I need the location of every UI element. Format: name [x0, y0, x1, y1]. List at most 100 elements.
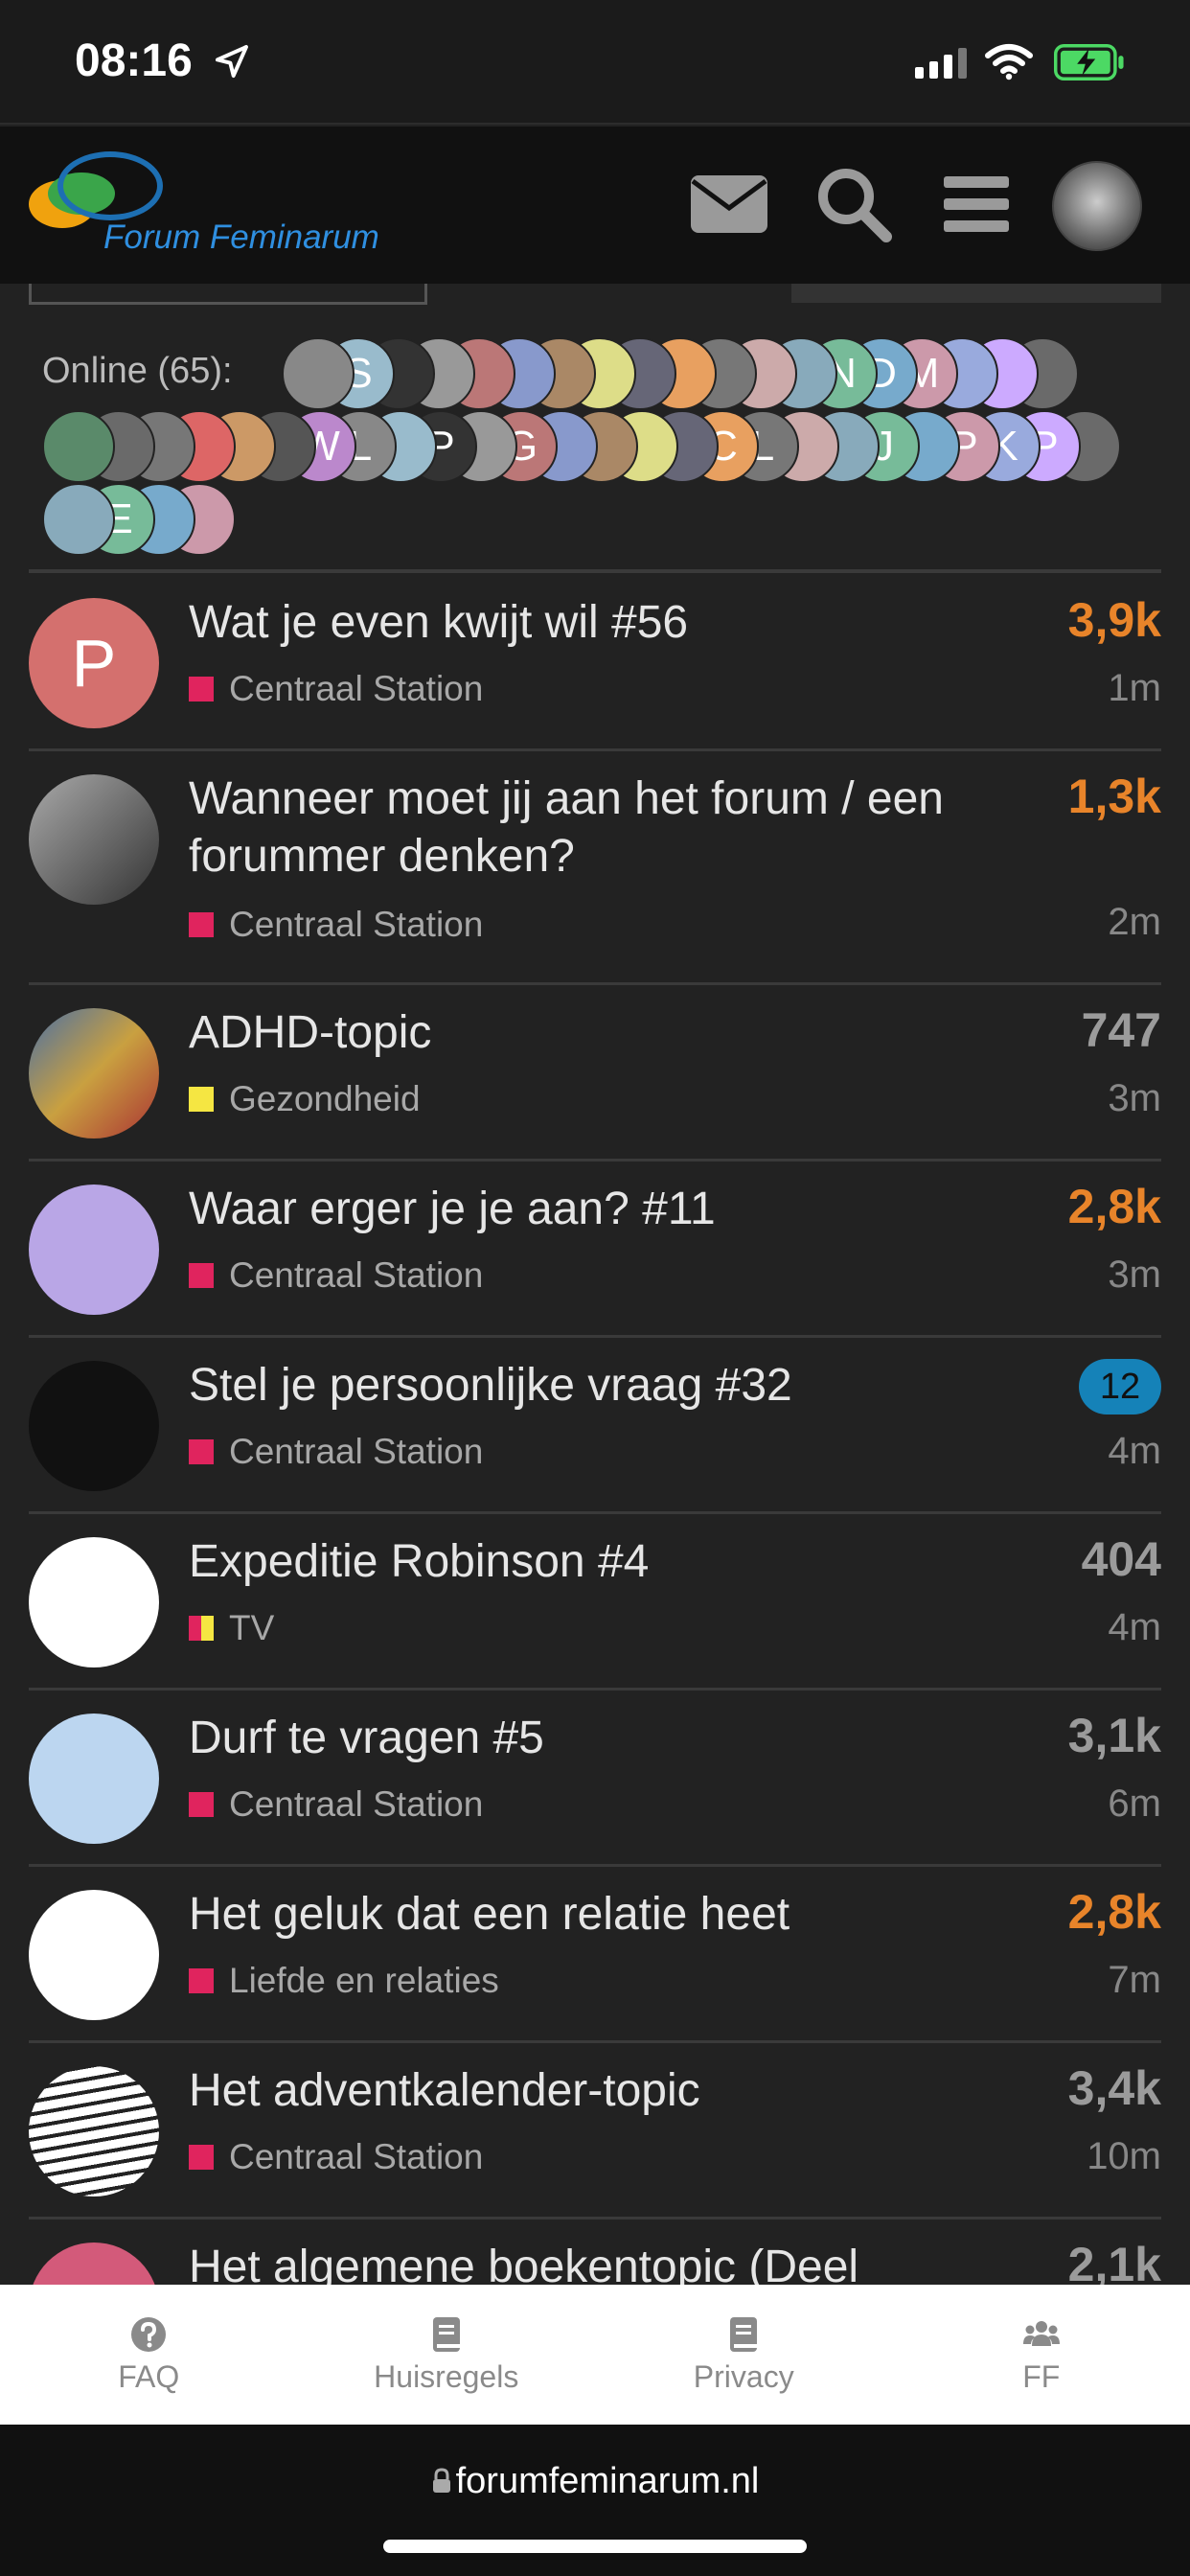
topic-row[interactable]: Wanneer moet jij aan het forum / een for…: [29, 751, 1161, 985]
location-arrow-icon: [216, 45, 248, 78]
topic-row[interactable]: Het geluk dat een relatie heet Liefde en …: [29, 1867, 1161, 2043]
topic-author-avatar[interactable]: [29, 2066, 159, 2196]
category-name: Liefde en relaties: [229, 1961, 499, 2000]
unread-badge[interactable]: 12: [1079, 1359, 1161, 1414]
cellular-signal-icon: [915, 46, 967, 79]
category-color-swatch: [189, 1439, 214, 1464]
user-avatar[interactable]: [1052, 161, 1142, 251]
online-avatar-row: SNDM: [282, 337, 1079, 410]
footer-ff-link[interactable]: FF: [927, 2315, 1156, 2395]
topic-author-avatar[interactable]: [29, 1184, 159, 1315]
topic-row[interactable]: Stel je persoonlijke vraag #32 Centraal S…: [29, 1338, 1161, 1514]
online-user-avatar[interactable]: [42, 483, 115, 556]
url-text: forumfeminarum.nl: [455, 2461, 760, 2501]
topic-author-avatar[interactable]: [29, 1714, 159, 1844]
search-button[interactable]: [811, 161, 897, 247]
topic-title[interactable]: Durf te vragen #5: [189, 1710, 955, 1767]
topic-category[interactable]: Centraal Station: [189, 905, 483, 945]
activity-time: 7m: [1108, 1959, 1161, 2001]
topic-title[interactable]: Stel je persoonlijke vraag #32: [189, 1357, 955, 1414]
topic-category[interactable]: Centraal Station: [189, 1255, 483, 1296]
category-color-swatch: [189, 1968, 214, 1993]
topic-row[interactable]: Het adventkalender-topic Centraal Station…: [29, 2043, 1161, 2220]
reply-count: 2,8k: [1067, 1180, 1161, 1233]
topic-author-avatar[interactable]: [29, 774, 159, 905]
category-name: Centraal Station: [229, 2137, 484, 2176]
category-name: Centraal Station: [229, 669, 484, 708]
topic-category[interactable]: Centraal Station: [189, 2137, 483, 2177]
footer-faq-label: FAQ: [118, 2358, 180, 2394]
online-user-avatar[interactable]: [282, 337, 355, 410]
activity-time: 1m: [1108, 667, 1161, 709]
category-name: Centraal Station: [229, 1255, 484, 1295]
topic-author-avatar[interactable]: [29, 1537, 159, 1668]
status-time: 08:16: [75, 35, 193, 86]
footer-huisregels-link[interactable]: Huisregels: [332, 2315, 561, 2395]
topic-title[interactable]: Waar erger je je aan? #11: [189, 1181, 955, 1238]
footer-faq-link[interactable]: FAQ: [34, 2315, 263, 2395]
question-circle-icon: [131, 2316, 167, 2352]
activity-time: 2m: [1108, 901, 1161, 943]
topic-title[interactable]: Het adventkalender-topic: [189, 2062, 955, 2120]
topic-row[interactable]: P Wat je even kwijt wil #56 Centraal Stati…: [29, 575, 1161, 751]
topic-author-avatar[interactable]: [29, 1008, 159, 1138]
topic-title[interactable]: Wat je even kwijt wil #56: [189, 594, 955, 652]
topic-category[interactable]: Centraal Station: [189, 1432, 483, 1472]
hamburger-icon: [944, 176, 1009, 232]
topic-category[interactable]: Centraal Station: [189, 669, 483, 709]
topic-title[interactable]: Expeditie Robinson #4: [189, 1533, 955, 1591]
header-tab-edges: [0, 284, 1190, 307]
category-color-swatch: [189, 1616, 214, 1641]
reply-count: 3,9k: [1067, 593, 1161, 647]
envelope-icon: [691, 175, 767, 233]
online-user-avatar[interactable]: [42, 410, 115, 483]
activity-time: 3m: [1108, 1077, 1161, 1119]
home-indicator: [383, 2540, 807, 2553]
category-name: Centraal Station: [229, 1784, 484, 1824]
wifi-icon: [985, 44, 1033, 80]
topic-category[interactable]: Liefde en relaties: [189, 1961, 499, 2001]
topic-author-avatar[interactable]: [29, 1890, 159, 2020]
topic-row[interactable]: ADHD-topic Gezondheid 747 3m: [29, 985, 1161, 1162]
category-name: Centraal Station: [229, 1432, 484, 1471]
footer-privacy-link[interactable]: Privacy: [629, 2315, 858, 2395]
site-header: Forum Feminarum: [0, 126, 1190, 284]
category-name: TV: [229, 1608, 275, 1647]
url-display[interactable]: forumfeminarum.nl: [0, 2461, 1190, 2502]
category-color-swatch: [189, 1263, 214, 1288]
topic-title[interactable]: Wanneer moet jij aan het forum / een for…: [189, 770, 955, 886]
topic-title[interactable]: Het geluk dat een relatie heet: [189, 1886, 955, 1944]
divider: [29, 569, 1161, 573]
battery-charging-icon: [1054, 44, 1124, 80]
menu-button[interactable]: [933, 161, 1019, 247]
lock-icon: [432, 2468, 450, 2493]
activity-time: 3m: [1108, 1254, 1161, 1296]
topic-category[interactable]: TV: [189, 1608, 274, 1648]
book-icon: [432, 2316, 460, 2352]
footer-huisregels-label: Huisregels: [374, 2358, 519, 2394]
online-label: Online (65):: [42, 351, 233, 391]
topic-author-avatar[interactable]: [29, 1361, 159, 1491]
logo-text: Forum Feminarum: [103, 218, 379, 256]
category-color-swatch: [189, 1087, 214, 1112]
browser-bar: forumfeminarum.nl: [0, 2425, 1190, 2576]
search-icon: [818, 169, 892, 242]
topic-author-avatar[interactable]: P: [29, 598, 159, 728]
topic-category[interactable]: Gezondheid: [189, 1079, 421, 1119]
messages-button[interactable]: [686, 161, 772, 247]
topic-row[interactable]: Durf te vragen #5 Centraal Station 3,1k 6m: [29, 1690, 1161, 1867]
topic-row[interactable]: Waar erger je je aan? #11 Centraal Statio…: [29, 1162, 1161, 1338]
reply-count: 2,8k: [1067, 1885, 1161, 1939]
book-icon: [730, 2316, 758, 2352]
site-logo[interactable]: Forum Feminarum: [29, 151, 431, 266]
topic-category[interactable]: Centraal Station: [189, 1784, 483, 1825]
footer-privacy-label: Privacy: [693, 2358, 794, 2394]
reply-count: 404: [1081, 1532, 1161, 1586]
topic-row[interactable]: Expeditie Robinson #4 TV 404 4m: [29, 1514, 1161, 1690]
activity-time: 6m: [1108, 1782, 1161, 1825]
topic-title[interactable]: ADHD-topic: [189, 1004, 955, 1062]
category-color-swatch: [189, 677, 214, 702]
reply-count: 747: [1081, 1003, 1161, 1057]
footer-ff-label: FF: [1022, 2358, 1061, 2394]
category-color-swatch: [189, 2145, 214, 2170]
